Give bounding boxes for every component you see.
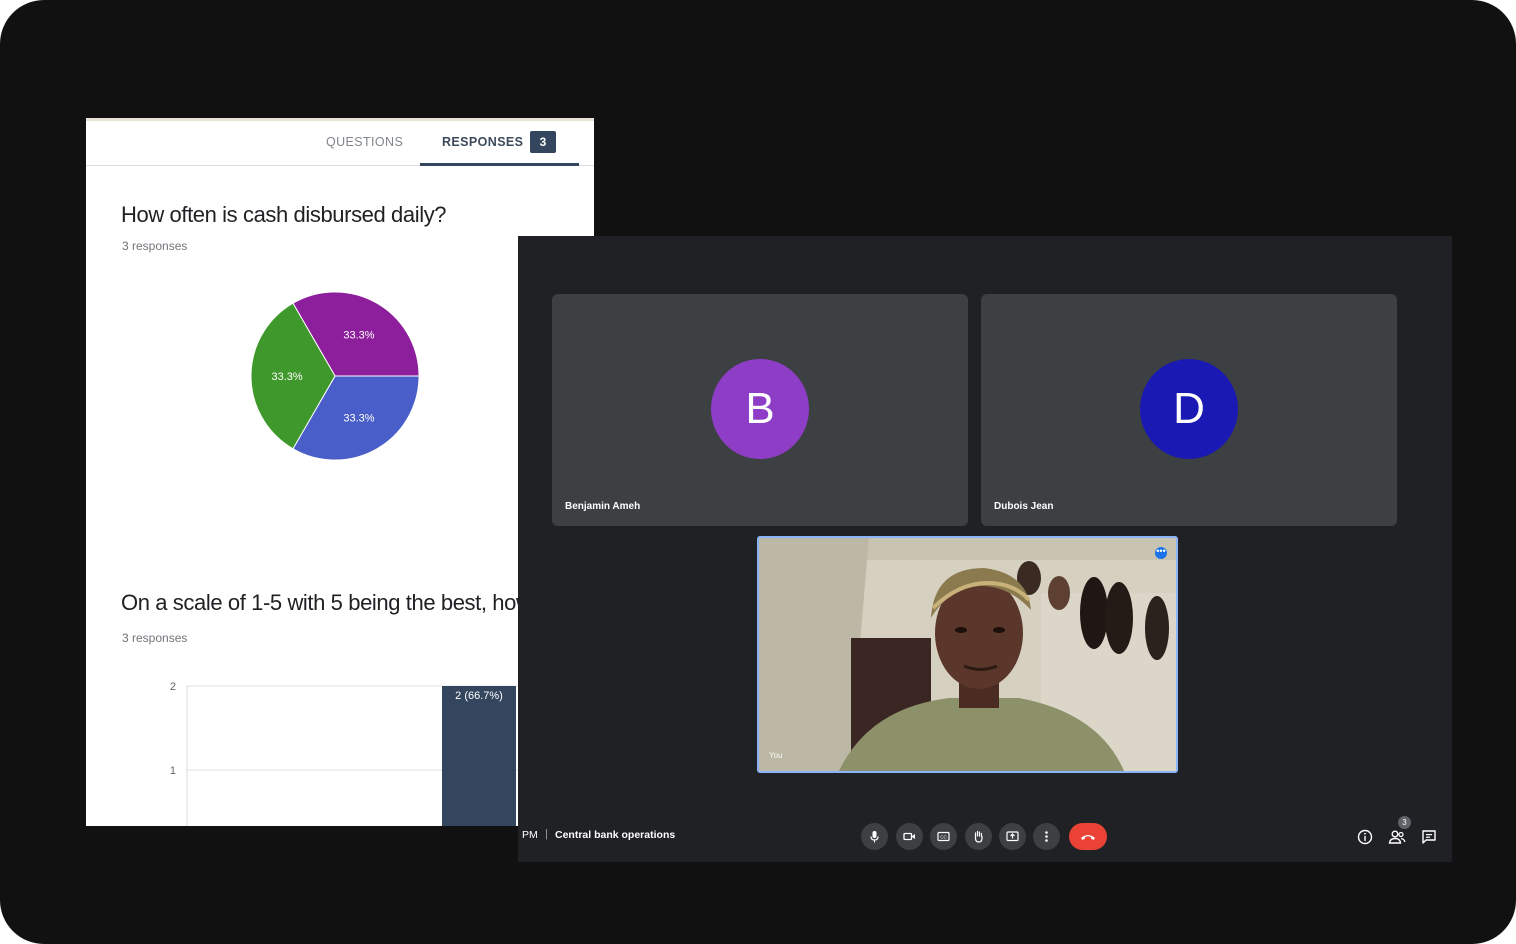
separator: | [545,828,548,840]
pie-chart: 33.3% 33.3% 33.3% [250,291,420,461]
bar-data-label: 2 (66.7%) [455,690,503,702]
screen-background: QUESTIONS RESPONSES 3 How often is cash … [0,0,1516,944]
captions-button[interactable]: CC [930,823,957,850]
avatar: B [711,359,809,459]
raise-hand-button[interactable] [965,823,992,850]
mic-button[interactable] [861,823,888,850]
mic-icon [870,831,879,843]
people-count-badge: 3 [1398,816,1411,829]
pie-slice-label: 33.3% [343,330,374,342]
meeting-time: PM [522,829,538,841]
camera-icon [903,832,915,841]
self-tile-more-button[interactable]: ••• [1155,547,1167,559]
captions-icon: CC [937,831,950,842]
bar-chart: 2 1 2 (66.7%) [170,681,536,826]
question-1-response-count: 3 responses [122,239,188,253]
chat-icon[interactable] [1420,828,1438,846]
meeting-name: Central bank operations [555,829,676,841]
avatar: D [1140,359,1238,459]
question-2-title: On a scale of 1-5 with 5 being the best,… [121,590,532,615]
y-tick-label: 1 [170,765,176,777]
self-label: You [769,751,783,760]
responses-count-badge: 3 [530,131,556,153]
self-video-tile[interactable]: ••• You [757,536,1178,773]
more-options-icon [1045,831,1048,842]
present-icon [1006,831,1019,842]
info-icon[interactable] [1356,828,1374,846]
participant-tile-dubois[interactable]: D Dubois Jean [981,294,1397,526]
participant-name: Benjamin Ameh [565,501,641,512]
question-2-response-count: 3 responses [122,631,188,645]
meet-window: B Benjamin Ameh D Dubois Jean ••• You PM… [518,236,1452,862]
raise-hand-icon [974,830,983,843]
present-button[interactable] [999,823,1026,850]
self-video-feed [759,538,1176,771]
meet-control-bar: PM | Central bank operations CC 3 [518,812,1452,862]
participant-name: Dubois Jean [994,501,1054,512]
end-call-button[interactable] [1069,823,1107,850]
question-1-title: How often is cash disbursed daily? [121,202,447,227]
bar [442,686,516,826]
end-call-icon [1081,835,1095,840]
more-options-button[interactable] [1033,823,1060,850]
y-tick-label: 2 [170,681,176,693]
camera-button[interactable] [896,823,923,850]
pie-slice-label: 33.3% [272,371,303,383]
forms-tab-bar: QUESTIONS RESPONSES 3 [86,121,594,166]
people-icon[interactable] [1388,828,1406,846]
participant-tile-benjamin[interactable]: B Benjamin Ameh [552,294,968,526]
tab-questions[interactable]: QUESTIONS [326,135,403,149]
tab-responses[interactable]: RESPONSES [442,135,523,149]
svg-text:CC: CC [940,835,947,840]
active-tab-indicator [420,163,579,166]
pie-slice-label: 33.3% [343,412,374,424]
